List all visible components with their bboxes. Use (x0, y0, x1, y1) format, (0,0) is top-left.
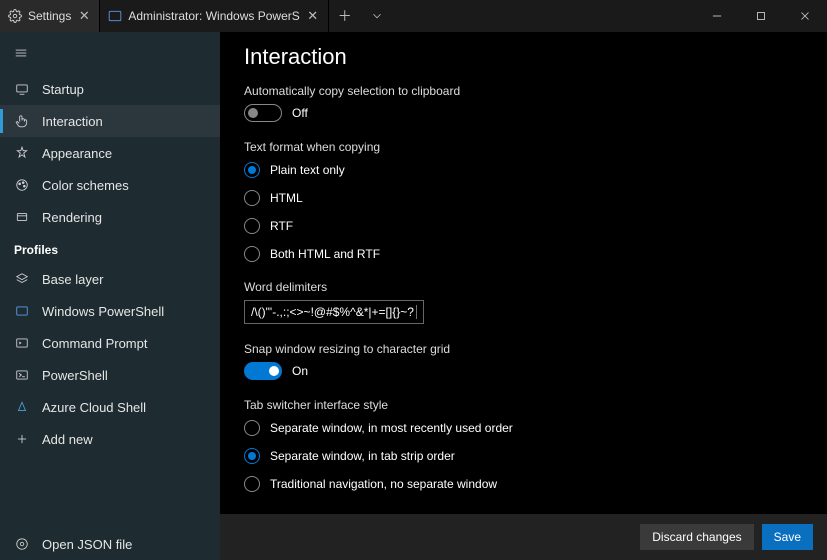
titlebar: Settings ✕ Administrator: Windows PowerS… (0, 0, 827, 32)
sidebar-item-windows-powershell[interactable]: Windows PowerShell (0, 295, 220, 327)
rendering-icon (14, 209, 30, 225)
radio-icon (244, 218, 260, 234)
radio-icon (244, 420, 260, 436)
snap-toggle[interactable]: On (244, 362, 803, 380)
interaction-icon (14, 113, 30, 129)
sidebar-item-label: PowerShell (42, 368, 108, 383)
new-tab-button[interactable]: ＋ (329, 0, 361, 32)
azure-icon (14, 399, 30, 415)
sidebar-item-color-schemes[interactable]: Color schemes (0, 169, 220, 201)
plus-icon (14, 431, 30, 447)
appearance-icon (14, 145, 30, 161)
auto-copy-label: Automatically copy selection to clipboar… (244, 84, 803, 98)
tab-dropdown-button[interactable] (361, 0, 393, 32)
maximize-button[interactable] (739, 0, 783, 32)
gear-icon (8, 9, 22, 23)
radio-both[interactable]: Both HTML and RTF (244, 246, 803, 262)
toggle-state: Off (292, 106, 308, 120)
radio-traditional[interactable]: Traditional navigation, no separate wind… (244, 476, 803, 492)
tab-switcher-label: Tab switcher interface style (244, 398, 803, 412)
radio-rtf[interactable]: RTF (244, 218, 803, 234)
tab-label: Settings (28, 9, 71, 23)
sidebar-item-label: Command Prompt (42, 336, 147, 351)
sidebar-item-add-new[interactable]: Add new (0, 423, 220, 455)
page-title: Interaction (244, 44, 803, 70)
sidebar-item-label: Startup (42, 82, 84, 97)
save-button[interactable]: Save (762, 524, 813, 550)
sidebar-item-open-json[interactable]: Open JSON file (0, 528, 220, 560)
main-content: Interaction Automatically copy selection… (220, 32, 827, 560)
radio-label: Separate window, in tab strip order (270, 449, 455, 463)
sidebar-item-label: Azure Cloud Shell (42, 400, 146, 415)
radio-icon (244, 246, 260, 262)
radio-label: Both HTML and RTF (270, 247, 380, 261)
auto-copy-toggle[interactable]: Off (244, 104, 803, 122)
minimize-button[interactable] (695, 0, 739, 32)
close-icon[interactable]: ✕ (306, 9, 320, 23)
close-icon[interactable]: ✕ (77, 9, 91, 23)
tab-settings[interactable]: Settings ✕ (0, 0, 100, 32)
tab-switcher-group: Separate window, in most recently used o… (244, 420, 803, 492)
sidebar-item-label: Color schemes (42, 178, 129, 193)
radio-label: Traditional navigation, no separate wind… (270, 477, 497, 491)
toggle-track (244, 104, 282, 122)
radio-label: Plain text only (270, 163, 345, 177)
sidebar-item-label: Add new (42, 432, 93, 447)
sidebar-item-label: Rendering (42, 210, 102, 225)
sidebar-item-azure-cloud-shell[interactable]: Azure Cloud Shell (0, 391, 220, 423)
radio-html[interactable]: HTML (244, 190, 803, 206)
radio-label: Separate window, in most recently used o… (270, 421, 513, 435)
bottom-bar: Discard changes Save (220, 514, 827, 560)
tab-powershell[interactable]: Administrator: Windows PowerS ✕ (100, 0, 328, 32)
layers-icon (14, 271, 30, 287)
radio-label: HTML (270, 191, 303, 205)
startup-icon (14, 81, 30, 97)
toggle-state: On (292, 364, 308, 378)
powershell-icon (14, 303, 30, 319)
sidebar-item-rendering[interactable]: Rendering (0, 201, 220, 233)
toggle-track (244, 362, 282, 380)
sidebar-item-label: Open JSON file (42, 537, 132, 552)
sidebar-item-base-layer[interactable]: Base layer (0, 263, 220, 295)
text-format-label: Text format when copying (244, 140, 803, 154)
sidebar-item-command-prompt[interactable]: Command Prompt (0, 327, 220, 359)
sidebar-item-label: Interaction (42, 114, 103, 129)
word-delimiters-label: Word delimiters (244, 280, 803, 294)
cmd-icon (14, 335, 30, 351)
snap-label: Snap window resizing to character grid (244, 342, 803, 356)
powershell-icon (14, 367, 30, 383)
radio-icon (244, 448, 260, 464)
hamburger-button[interactable] (0, 36, 220, 73)
radio-plain-text[interactable]: Plain text only (244, 162, 803, 178)
profiles-header: Profiles (0, 233, 220, 263)
radio-icon (244, 190, 260, 206)
radio-icon (244, 162, 260, 178)
sidebar-item-label: Windows PowerShell (42, 304, 164, 319)
sidebar-item-label: Base layer (42, 272, 103, 287)
sidebar-item-appearance[interactable]: Appearance (0, 137, 220, 169)
discard-button[interactable]: Discard changes (640, 524, 753, 550)
radio-mru-order[interactable]: Separate window, in most recently used o… (244, 420, 803, 436)
sidebar-item-interaction[interactable]: Interaction (0, 105, 220, 137)
radio-tab-strip-order[interactable]: Separate window, in tab strip order (244, 448, 803, 464)
tab-label: Administrator: Windows PowerS (128, 9, 299, 23)
close-button[interactable] (783, 0, 827, 32)
radio-icon (244, 476, 260, 492)
sidebar: Startup Interaction Appearance Color sch… (0, 32, 220, 560)
powershell-icon (108, 9, 122, 23)
word-delimiters-input[interactable] (244, 300, 424, 324)
sidebar-item-powershell-core[interactable]: PowerShell (0, 359, 220, 391)
palette-icon (14, 177, 30, 193)
text-format-group: Plain text only HTML RTF Both HTML and R… (244, 162, 803, 262)
sidebar-item-startup[interactable]: Startup (0, 73, 220, 105)
gear-icon (14, 536, 30, 552)
sidebar-item-label: Appearance (42, 146, 112, 161)
window-controls (695, 0, 827, 32)
radio-label: RTF (270, 219, 293, 233)
